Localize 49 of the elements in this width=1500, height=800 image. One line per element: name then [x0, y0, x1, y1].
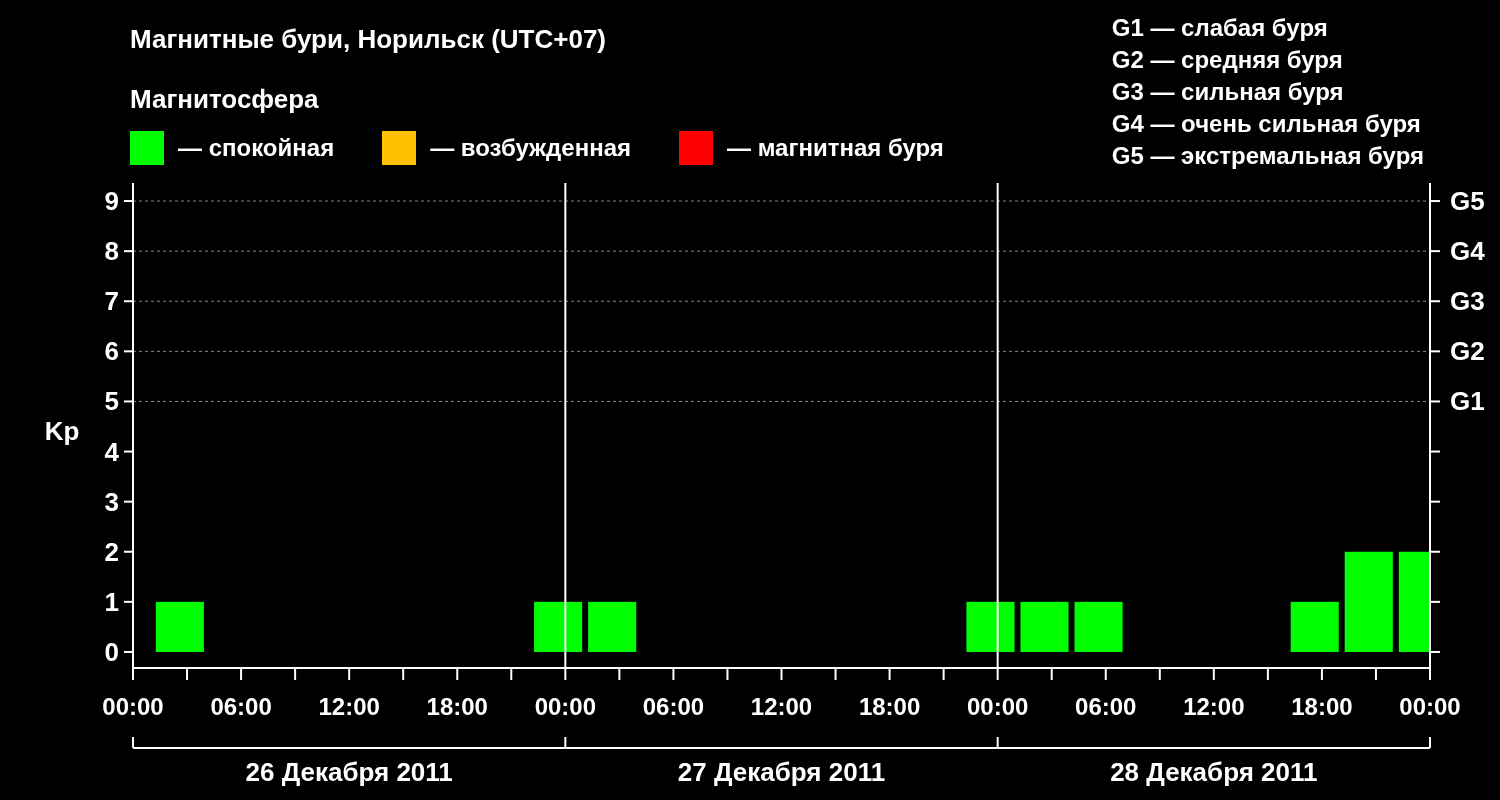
y-tick-label: 2: [104, 536, 119, 567]
x-tick-label: 18:00: [426, 693, 488, 720]
kp-bar: [588, 601, 637, 652]
storm-tick-label: G1: [1450, 386, 1485, 417]
legend-label: — магнитная буря: [727, 133, 944, 163]
y-tick-label: 0: [104, 636, 119, 667]
date-label: 28 Декабря 2011: [1110, 757, 1318, 787]
x-tick-label: 06:00: [1075, 693, 1137, 720]
x-tick-label: 00:00: [102, 693, 164, 720]
x-tick-label: 18:00: [858, 693, 921, 720]
y-tick-label: 4: [104, 436, 119, 467]
kp-bar: [155, 601, 204, 652]
kp-bar: [966, 601, 1015, 652]
storm-level-label: G4 — очень сильная буря: [1111, 109, 1422, 139]
x-tick-label: 12:00: [750, 693, 813, 720]
y-axis-label: Kp: [44, 416, 80, 446]
x-tick-label: 12:00: [318, 693, 380, 720]
storm-level-label: G2 — средняя буря: [1111, 45, 1344, 75]
legend-label: — спокойная: [178, 133, 335, 163]
storm-level-label: G5 — экстремальная буря: [1111, 141, 1424, 171]
chart-title: Магнитные бури, Норильск (UTC+07): [130, 23, 607, 56]
x-tick-label: 12:00: [1183, 693, 1245, 720]
legend-title: Магнитосфера: [130, 83, 320, 116]
y-tick-label: 9: [104, 186, 119, 217]
kp-bar: [534, 601, 583, 652]
y-tick-label: 6: [104, 336, 119, 367]
date-label: 27 Декабря 2011: [677, 757, 886, 787]
storm-tick-label: G3: [1450, 286, 1485, 317]
kp-bar: [1290, 601, 1339, 652]
storm-level-label: G3 — сильная буря: [1111, 77, 1345, 107]
storm-level-label: G1 — слабая буря: [1111, 13, 1329, 43]
x-tick-label: 00:00: [1399, 693, 1461, 720]
legend-label: — возбужденная: [430, 133, 631, 163]
x-tick-label: 06:00: [642, 693, 705, 720]
y-tick-label: 3: [104, 486, 119, 517]
x-tick-label: 00:00: [966, 693, 1029, 720]
y-tick-label: 5: [104, 386, 119, 417]
x-tick-label: 18:00: [1291, 693, 1353, 720]
kp-bar: [1020, 601, 1069, 652]
x-tick-label: 06:00: [210, 693, 272, 720]
storm-tick-label: G4: [1450, 236, 1485, 267]
date-label: 26 Декабря 2011: [245, 757, 453, 787]
y-tick-label: 7: [104, 286, 119, 317]
x-tick-label: 00:00: [534, 693, 597, 720]
y-tick-label: 1: [104, 586, 119, 617]
y-tick-label: 8: [104, 236, 119, 267]
storm-tick-label: G2: [1450, 336, 1485, 367]
kp-bar: [1074, 601, 1123, 652]
storm-tick-label: G5: [1450, 186, 1485, 217]
